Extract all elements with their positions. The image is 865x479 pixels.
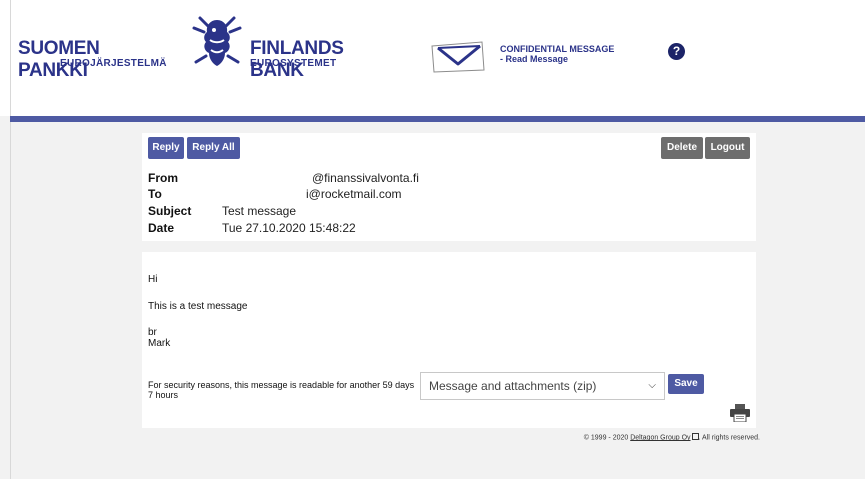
brand-sub-fi: EUROJÄRJESTELMÄ xyxy=(60,58,167,69)
chevron-down-icon: ⌵ xyxy=(648,380,656,391)
printer-icon[interactable] xyxy=(730,404,750,422)
subject-label: Subject xyxy=(148,204,192,218)
from-value: @finanssivalvonta.fi xyxy=(312,171,419,185)
from-label: From xyxy=(148,171,178,185)
page-header: SUOMEN PANKKI EUROJÄRJESTELMÄ FINLANDS B… xyxy=(0,0,865,116)
logout-button[interactable]: Logout xyxy=(705,137,750,159)
brand-sub-sv: EUROSYSTEMET xyxy=(250,58,337,69)
message-line: Hi xyxy=(148,274,158,285)
message-line: This is a test message xyxy=(148,301,248,312)
message-line: br xyxy=(148,327,157,338)
lion-emblem-icon xyxy=(192,16,242,66)
delete-button[interactable]: Delete xyxy=(661,137,703,159)
page-left-border xyxy=(10,0,11,479)
header-divider-bar xyxy=(10,116,865,122)
page-footer: © 1999 - 2020 Deltagon Group Oy . All rig… xyxy=(520,433,760,442)
date-value: Tue 27.10.2020 15:48:22 xyxy=(222,221,356,235)
external-link-icon xyxy=(691,433,699,440)
confidential-subtitle: - Read Message xyxy=(500,54,569,64)
to-label: To xyxy=(148,187,162,201)
to-value: i@rocketmail.com xyxy=(306,187,402,201)
download-format-select[interactable]: Message and attachments (zip) ⌵ xyxy=(420,372,665,400)
subject-value: Test message xyxy=(222,204,297,218)
copyright-prefix: © 1999 - 2020 xyxy=(583,434,629,442)
copyright-suffix: . All rights reserved. xyxy=(698,434,760,442)
message-header-panel: Reply Reply All Delete Logout From @fina… xyxy=(142,133,756,241)
reply-all-button[interactable]: Reply All xyxy=(187,137,240,159)
date-label: Date xyxy=(148,221,175,235)
download-format-value: Message and attachments (zip) xyxy=(429,379,597,393)
message-line: Mark xyxy=(148,338,171,349)
envelope-icon xyxy=(431,41,485,73)
help-icon[interactable]: ? xyxy=(668,43,685,60)
message-body-panel: Hi This is a test message br Mark For se… xyxy=(142,252,756,428)
confidential-title: CONFIDENTIAL MESSAGE xyxy=(500,44,615,54)
reply-button[interactable]: Reply xyxy=(148,137,184,159)
company-link[interactable]: Deltagon Group Oy xyxy=(630,434,690,441)
save-button[interactable]: Save xyxy=(668,374,704,394)
security-notice: For security reasons, this message is re… xyxy=(148,380,415,400)
